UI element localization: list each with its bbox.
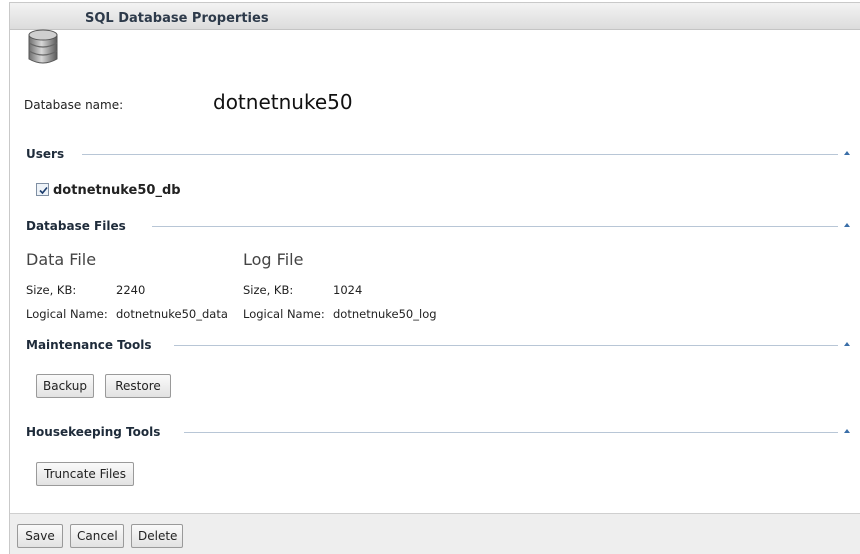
save-button[interactable]: Save [17, 524, 63, 548]
database-name-label: Database name: [24, 98, 124, 112]
check-icon [39, 186, 48, 195]
log-file-size-label: Size, KB: [243, 283, 294, 297]
data-file-logical-label: Logical Name: [26, 307, 108, 321]
section-divider [184, 432, 838, 433]
data-file-title: Data File [26, 250, 97, 269]
user-checkbox[interactable] [36, 183, 49, 196]
footer-toolbar: Save Cancel Delete [10, 513, 860, 554]
log-file-size-value: 1024 [333, 283, 363, 297]
data-file-size-value: 2240 [116, 283, 146, 297]
log-file-title: Log File [243, 250, 304, 269]
database-icon [26, 27, 60, 67]
cancel-button[interactable]: Cancel [70, 524, 124, 548]
delete-button[interactable]: Delete [131, 524, 183, 548]
users-section-header: Users [26, 147, 852, 163]
section-divider [174, 345, 838, 346]
log-file-logical-label: Logical Name: [243, 307, 325, 321]
restore-button[interactable]: Restore [105, 374, 171, 398]
collapse-housekeeping-icon[interactable] [842, 426, 852, 436]
collapse-maintenance-icon[interactable] [842, 339, 852, 349]
maintenance-section-header: Maintenance Tools [26, 338, 852, 354]
collapse-database-files-icon[interactable] [842, 220, 852, 230]
properties-panel: SQL Database Properties Database name: d… [9, 2, 860, 554]
section-divider [82, 154, 838, 155]
maintenance-section-title: Maintenance Tools [26, 338, 158, 352]
collapse-users-icon[interactable] [842, 148, 852, 158]
log-file-logical-value: dotnetnuke50_log [333, 307, 437, 321]
truncate-files-button[interactable]: Truncate Files [36, 462, 134, 486]
housekeeping-section-title: Housekeeping Tools [26, 425, 167, 439]
section-divider [152, 226, 838, 227]
housekeeping-section-header: Housekeeping Tools [26, 425, 852, 441]
user-checkbox-label: dotnetnuke50_db [53, 183, 181, 198]
database-files-section-title: Database Files [26, 219, 132, 233]
database-name-value: dotnetnuke50 [213, 90, 353, 114]
users-section-title: Users [26, 147, 71, 161]
window-title: SQL Database Properties [85, 11, 269, 26]
backup-button[interactable]: Backup [36, 374, 94, 398]
data-file-logical-value: dotnetnuke50_data [116, 307, 228, 321]
title-bar: SQL Database Properties [10, 3, 860, 30]
data-file-size-label: Size, KB: [26, 283, 77, 297]
database-files-section-header: Database Files [26, 219, 852, 235]
